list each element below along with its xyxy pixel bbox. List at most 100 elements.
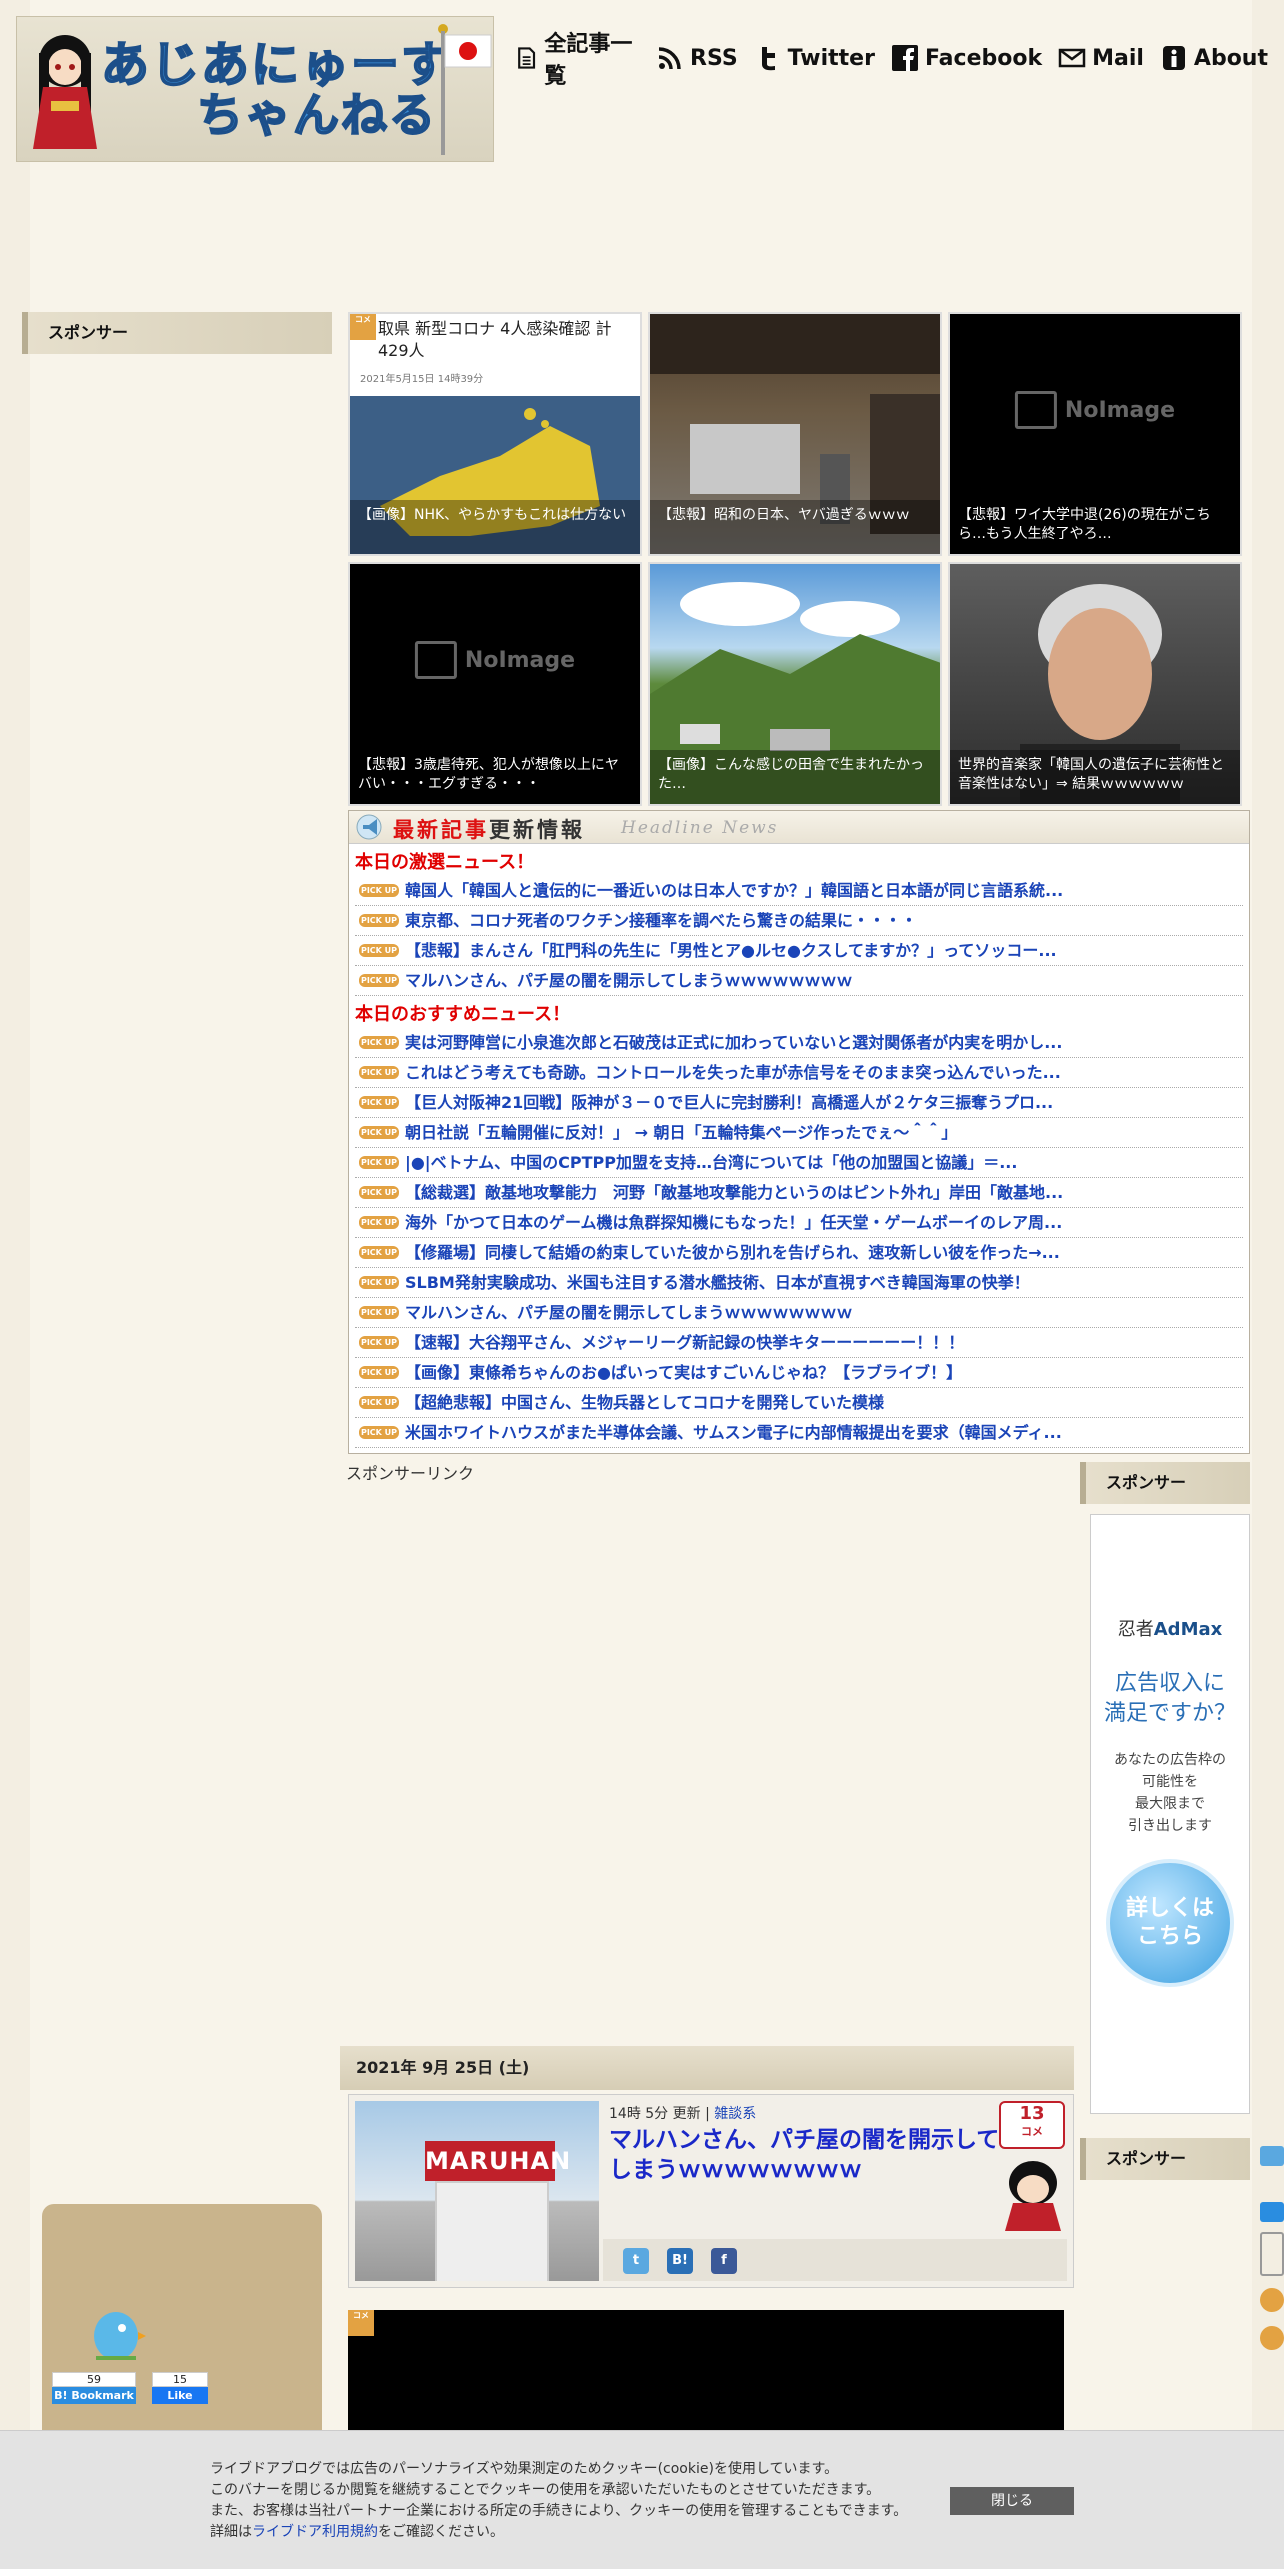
article-meta: 14時 5分 更新 | 雑談系 — [609, 2103, 756, 2123]
headline-item-link[interactable]: SLBM発射実験成功、米国も注目する潜水艦技術、日本が直視すべき韓国海軍の快挙！ — [405, 1268, 1030, 1297]
nav-facebook[interactable]: Facebook — [891, 44, 1042, 72]
headline-item-link[interactable]: 実は河野陣営に小泉進次郎と石破茂は正式に加わっていないと選対関係者が内実を明かし… — [405, 1028, 1062, 1057]
headline-item[interactable]: PICK UP マルハンさん、パチ屋の闇を開示してしまうｗｗｗｗｗｗｗｗ — [355, 1298, 1243, 1328]
pickup-badge-icon: PICK UP — [359, 1186, 399, 1199]
pickup-badge-icon: PICK UP — [359, 1396, 399, 1409]
article-title[interactable]: マルハンさん、パチ屋の闇を開示してしまうｗｗｗｗｗｗｗｗ — [609, 2125, 1009, 2185]
ad-cta-line: 詳しくは — [1125, 1896, 1214, 1921]
like-label: Like — [152, 2387, 208, 2404]
headline-item-link[interactable]: 【画像】東條希ちゃんのお●ぱいって実はすごいんじゃね？【ラブライブ！】 — [405, 1358, 962, 1387]
nav-mail[interactable]: Mail — [1058, 44, 1144, 72]
headline-item[interactable]: PICK UP 【速報】大谷翔平さん、メジャーリーグ新記録の快挙キターーーーーー！… — [355, 1328, 1243, 1358]
ad-body: あなたの広告枠の 可能性を 最大限まで 引き出します — [1091, 1749, 1249, 1837]
facebook-icon — [891, 45, 918, 71]
headline-item-link[interactable]: マルハンさん、パチ屋の闇を開示してしまうｗｗｗｗｗｗｗｗ — [405, 1298, 853, 1327]
headline-item[interactable]: PICK UP 朝日社説「五輪開催に反対！」 → 朝日「五輪特集ページ作ったでぇ～… — [355, 1118, 1243, 1148]
headline-item[interactable]: PICK UP 【総裁選】敵基地攻撃能力 河野「敵基地攻撃能力というのはピント外れ… — [355, 1178, 1243, 1208]
headline-item-link[interactable]: 米国ホワイトハウスがまた半導体会議、サムスン電子に内部情報提出を要求（韓国メディ… — [405, 1418, 1062, 1447]
headline-item[interactable]: PICK UP 米国ホワイトハウスがまた半導体会議、サムスン電子に内部情報提出を要… — [355, 1418, 1243, 1448]
comment-count: 13 — [1019, 2103, 1045, 2124]
headline-item[interactable]: PICK UP これはどう考えても奇跡。コントロールを失った車が赤信号をそのまま突… — [355, 1058, 1243, 1088]
noimage-placeholder: NoImage — [1014, 391, 1175, 429]
site-logo[interactable]: あじあにゅーす ちゃんねる — [16, 16, 494, 162]
article-thumbnail[interactable]: MARUHAN — [355, 2101, 599, 2281]
nav-twitter[interactable]: Twitter — [754, 44, 875, 72]
featured-tile[interactable]: 【画像】こんな感じの田舎で生まれたかった… — [648, 562, 942, 806]
featured-tile[interactable]: NoImage 【悲報】ワイ大学中退(26)の現在がこちら…もう人生終了やろ… — [948, 312, 1242, 556]
section-heading-featured: 本日の激選ニュース！ — [355, 852, 535, 873]
comment-icon[interactable] — [1260, 2232, 1284, 2276]
like-button[interactable]: 15 Like — [152, 2372, 208, 2404]
headline-item-link[interactable]: 韓国人「韓国人と遺伝的に一番近いのは日本人ですか？」韓国語と日本語が同じ言語系統… — [405, 876, 1063, 905]
twitter-share-icon[interactable] — [1260, 2146, 1284, 2166]
headline-item-link[interactable]: 【巨人対阪神21回戦】阪神が３－０で巨人に完封勝利！高橋遥人が２ケタ三振奪うプロ… — [405, 1088, 1053, 1117]
headline-item[interactable]: PICK UP 【画像】東條希ちゃんのお●ぱいって実はすごいんじゃね？【ラブライブ… — [355, 1358, 1243, 1388]
pickup-badge-icon: PICK UP — [359, 1306, 399, 1319]
headline-item[interactable]: PICK UP 【巨人対阪神21回戦】阪神が３－０で巨人に完封勝利！高橋遥人が２ケ… — [355, 1088, 1243, 1118]
sponsor-link-label: スポンサーリンク — [346, 1464, 475, 1483]
star-icon[interactable] — [1260, 2326, 1284, 2350]
hatena-bookmark-button[interactable]: 59 B! Bookmark — [52, 2372, 136, 2404]
nav-label: Twitter — [787, 45, 875, 71]
comment-badge: コメ — [348, 2310, 374, 2336]
tile-caption: 【画像】こんな感じの田舎で生まれたかった… — [650, 750, 940, 804]
admax-ad-banner[interactable]: 忍者AdMax 広告収入に 満足ですか？ あなたの広告枠の 可能性を 最大限まで … — [1090, 1514, 1250, 2114]
headline-item[interactable]: PICK UP 実は河野陣営に小泉進次郎と石破茂は正式に加わっていないと選対関係者… — [355, 1028, 1243, 1058]
tile-caption: 【悲報】ワイ大学中退(26)の現在がこちら…もう人生終了やろ… — [950, 500, 1240, 554]
mascot-icon — [1005, 2161, 1061, 2231]
headline-item[interactable]: PICK UP 韓国人「韓国人と遺伝的に一番近いのは日本人ですか？」韓国語と日本語… — [355, 876, 1243, 906]
headline-item[interactable]: PICK UP |●|ベトナム、中国のCPTPP加盟を支持…台湾については「他の加… — [355, 1148, 1243, 1178]
featured-tile[interactable]: NoImage 【悲報】3歳虐待死、犯人が想像以上にヤバい・・・エグすぎる・・・ — [348, 562, 642, 806]
ad-headline: 広告収入に 満足ですか？ — [1091, 1669, 1249, 1729]
headline-item-link[interactable]: 【総裁選】敵基地攻撃能力 河野「敵基地攻撃能力というのはピント外れ」岸田「敵基地… — [405, 1178, 1063, 1207]
share-bar: t B! f — [603, 2239, 1067, 2281]
star-icon[interactable] — [1260, 2288, 1284, 2312]
headline-item-link[interactable]: 【修羅場】同棲して結婚の約束していた彼から別れを告げられ、速攻新しい彼を作った→… — [405, 1238, 1060, 1267]
headline-item[interactable]: PICK UP SLBM発射実験成功、米国も注目する潜水艦技術、日本が直視すべき韓… — [355, 1268, 1243, 1298]
ad-brand: 忍者AdMax — [1091, 1615, 1249, 1641]
headline-item[interactable]: PICK UP マルハンさん、パチ屋の闇を開示してしまうｗｗｗｗｗｗｗｗ — [355, 966, 1243, 996]
facebook-share-icon[interactable]: f — [711, 2248, 737, 2274]
pickup-badge-icon: PICK UP — [359, 1336, 399, 1349]
nav-about[interactable]: About — [1160, 44, 1268, 72]
comment-count-badge[interactable]: 13 コメ — [999, 2101, 1065, 2149]
featured-tile[interactable]: 【悲報】昭和の日本、ヤバ過ぎるｗｗｗ — [648, 312, 942, 556]
headline-item[interactable]: PICK UP 【修羅場】同棲して結婚の約束していた彼から別れを告げられ、速攻新し… — [355, 1238, 1243, 1268]
headline-item[interactable]: PICK UP 【悲報】まんさん「肛門科の先生に「男性とア●ルセ●クスしてますか？… — [355, 936, 1243, 966]
terms-link[interactable]: ライブドア利用規約 — [252, 2524, 378, 2540]
nav-all-articles[interactable]: 全記事一覧 — [514, 26, 640, 90]
ad-cta-button[interactable]: 詳しくは こちら — [1106, 1859, 1234, 1987]
ad-brand-name: AdMax — [1153, 1619, 1223, 1640]
nav-rss[interactable]: RSS — [656, 44, 738, 72]
twitter-share-icon[interactable]: t — [623, 2248, 649, 2274]
headline-item-link[interactable]: 朝日社説「五輪開催に反対！」 → 朝日「五輪特集ページ作ったでぇ～＾＾」 — [405, 1118, 957, 1147]
headline-title: 最新記事更新情報 — [393, 814, 585, 844]
tile-caption: 【画像】NHK、やらかすもこれは仕方ない — [350, 500, 640, 554]
headline-item-link[interactable]: 東京都、コロナ死者のワクチン接種率を調べたら驚きの結果に・・・・ — [405, 906, 917, 935]
headline-item-link[interactable]: これはどう考えても奇跡。コントロールを失った車が赤信号をそのまま突っ込んでいった… — [405, 1058, 1061, 1087]
headline-item-link[interactable]: 海外「かつて日本のゲーム機は魚群探知機にもなった！」任天堂・ゲームボーイのレア周… — [405, 1208, 1062, 1237]
headline-item-link[interactable]: 【速報】大谷翔平さん、メジャーリーグ新記録の快挙キターーーーーー！！！ — [405, 1328, 964, 1357]
hatena-bookmark-icon[interactable] — [1260, 2202, 1284, 2222]
headline-item[interactable]: PICK UP 東京都、コロナ死者のワクチン接種率を調べたら驚きの結果に・・・・ — [355, 906, 1243, 936]
twitter-icon — [761, 47, 775, 71]
article-category-link[interactable]: 雑談系 — [714, 2106, 756, 2122]
ad-body-line: あなたの広告枠の — [1114, 1752, 1226, 1768]
headline-item[interactable]: PICK UP 海外「かつて日本のゲーム機は魚群探知機にもなった！」任天堂・ゲーム… — [355, 1208, 1243, 1238]
headline-item-link[interactable]: |●|ベトナム、中国のCPTPP加盟を支持…台湾については「他の加盟国と協議」＝… — [405, 1148, 1017, 1177]
hatena-bookmark-icon[interactable]: B! — [667, 2248, 693, 2274]
right-sponsor-heading: スポンサー — [1080, 1462, 1250, 1504]
tile-overlay-title: 取県 新型コロナ 4人感染確認 計429人 — [378, 319, 612, 360]
headline-title-red: 最新記事 — [393, 818, 489, 842]
featured-tile[interactable]: コメ 取県 新型コロナ 4人感染確認 計429人 2021年5月15日 14時3… — [348, 312, 642, 556]
headline-item-link[interactable]: マルハンさん、パチ屋の闇を開示してしまうｗｗｗｗｗｗｗｗ — [405, 966, 853, 995]
featured-tile[interactable]: 世界的音楽家「韓国人の遺伝子に芸術性と音楽性はない」⇒ 結果ｗｗｗｗｗｗ — [948, 562, 1242, 806]
article-card[interactable]: MARUHAN 14時 5分 更新 | 雑談系 マルハンさん、パチ屋の闇を開示し… — [348, 2094, 1074, 2288]
headline-item-link[interactable]: 【超絶悲報】中国さん、生物兵器としてコロナを開発していた模様 — [405, 1388, 884, 1417]
headline-item-link[interactable]: 【悲報】まんさん「肛門科の先生に「男性とア●ルセ●クスしてますか？」ってソッコー… — [405, 936, 1057, 965]
pickup-badge-icon: PICK UP — [359, 1096, 399, 1109]
cookie-close-button[interactable]: 閉じる — [950, 2487, 1074, 2515]
pickup-badge-icon: PICK UP — [359, 1246, 399, 1259]
comment-label: コメ — [1021, 2125, 1043, 2138]
headline-item[interactable]: PICK UP 【超絶悲報】中国さん、生物兵器としてコロナを開発していた模様 — [355, 1388, 1243, 1418]
